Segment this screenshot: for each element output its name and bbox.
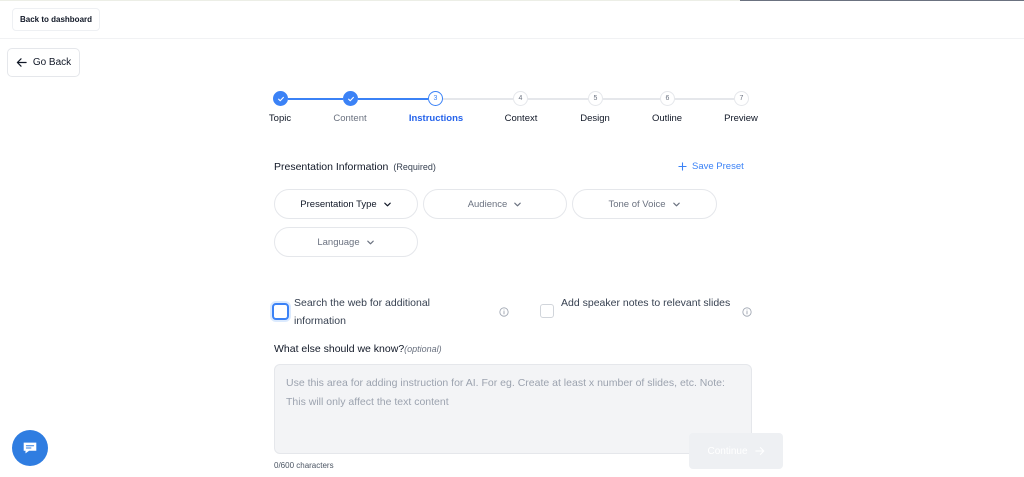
top-border-accent [740, 0, 1024, 1]
search-web-checkbox[interactable] [272, 303, 289, 320]
step-connector [443, 98, 513, 100]
chat-widget-button[interactable] [12, 430, 48, 466]
instructions-textarea[interactable]: Use this area for adding instruction for… [274, 364, 752, 454]
continue-button[interactable]: Continue [689, 433, 783, 469]
continue-label: Continue [707, 445, 748, 457]
language-dropdown[interactable]: Language [274, 227, 418, 257]
audience-label: Audience [467, 198, 508, 210]
chevron-down-icon [514, 202, 522, 206]
step-label-design[interactable]: Design [580, 113, 610, 124]
step-label-context[interactable]: Context [505, 113, 538, 124]
speaker-notes-checkbox[interactable] [540, 304, 554, 318]
step-connector [288, 98, 343, 100]
presentation-type-dropdown[interactable]: Presentation Type [274, 189, 418, 219]
step-6-circle[interactable]: 6 [660, 91, 675, 106]
presentation-type-label: Presentation Type [300, 198, 377, 210]
step-connector [603, 98, 660, 100]
section-title: Presentation Information (Required) [274, 161, 436, 173]
arrow-left-icon [16, 58, 27, 67]
step-label-outline[interactable]: Outline [652, 113, 682, 124]
step-connector [528, 98, 588, 100]
tone-of-voice-dropdown[interactable]: Tone of Voice [572, 189, 717, 219]
step-label-preview[interactable]: Preview [724, 113, 758, 124]
check-icon [277, 96, 284, 101]
step-label-topic[interactable]: Topic [269, 113, 291, 124]
save-preset-label: Save Preset [692, 161, 744, 172]
optional-label: (optional) [404, 344, 442, 354]
step-2-circle[interactable] [343, 91, 358, 106]
chevron-down-icon [672, 202, 680, 206]
header-divider [0, 38, 1024, 39]
character-count: 0/600 characters [274, 461, 334, 470]
save-preset-button[interactable]: Save Preset [678, 161, 744, 172]
step-5-circle[interactable]: 5 [588, 91, 603, 106]
step-connector [675, 98, 734, 100]
language-label: Language [317, 236, 360, 248]
audience-dropdown[interactable]: Audience [423, 189, 567, 219]
go-back-label: Go Back [32, 57, 72, 68]
step-4-circle[interactable]: 4 [513, 91, 528, 106]
chevron-down-icon [383, 202, 391, 206]
back-to-dashboard-button[interactable]: Back to dashboard [12, 8, 101, 31]
step-connector [358, 98, 428, 100]
arrow-right-icon [754, 447, 764, 455]
tone-of-voice-label: Tone of Voice [608, 198, 666, 210]
chat-icon [23, 442, 37, 454]
step-7-circle[interactable]: 7 [734, 91, 749, 106]
step-label-instructions[interactable]: Instructions [409, 113, 463, 124]
check-icon [347, 96, 354, 101]
section-title-text: Presentation Information [274, 161, 389, 173]
info-icon[interactable] [499, 307, 509, 317]
step-1-circle[interactable] [273, 91, 288, 106]
required-label: (Required) [393, 162, 436, 172]
chevron-down-icon [366, 240, 374, 244]
speaker-notes-label[interactable]: Add speaker notes to relevant slides [561, 294, 741, 312]
progress-stepper: 3 4 5 6 7 Topic Content Instructions Con… [0, 88, 1024, 128]
step-label-content[interactable]: Content [333, 113, 366, 124]
go-back-button[interactable]: Go Back [7, 48, 80, 77]
search-web-label[interactable]: Search the web for additional informatio… [294, 294, 474, 330]
step-3-circle[interactable]: 3 [428, 91, 443, 106]
info-icon[interactable] [742, 307, 752, 317]
question-text: What else should we know? [274, 343, 405, 355]
plus-icon [678, 162, 687, 171]
instructions-question: What else should we know?(optional) [274, 343, 442, 355]
